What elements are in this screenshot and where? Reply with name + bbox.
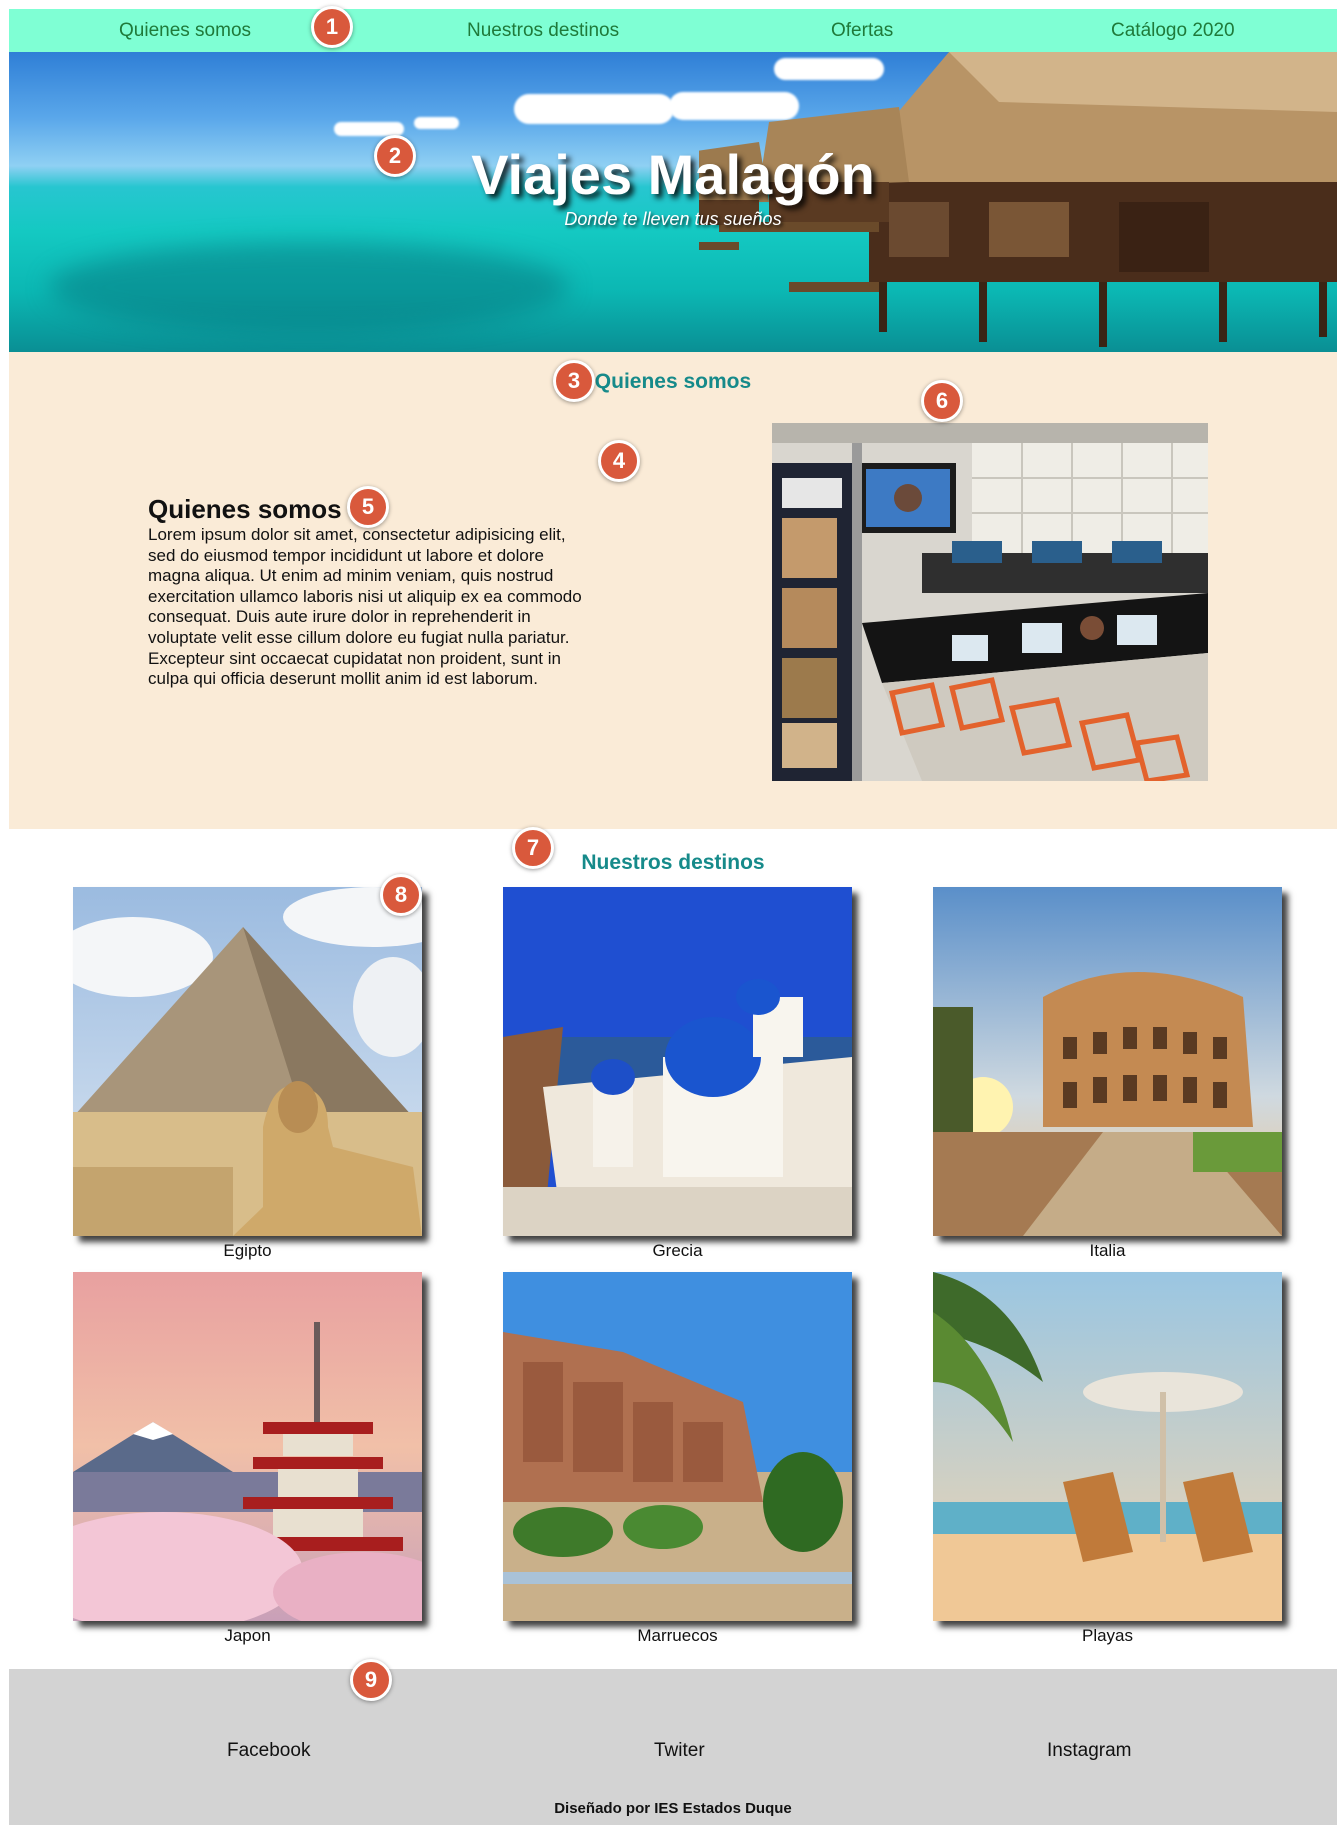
destination-caption: Playas (1081, 1626, 1134, 1645)
destinations-section: Nuestros destinos 7 Egipto 8 Grecia Ital… (9, 827, 1337, 1669)
marker-1: 1 (311, 6, 353, 48)
destination-image[interactable] (933, 887, 1282, 1236)
office-illustration (772, 423, 1208, 781)
destination-caption: Egipto (223, 1241, 272, 1260)
destination-caption: Italia (1089, 1241, 1126, 1260)
hero-cloud (514, 94, 674, 124)
destination-caption: Japon (224, 1626, 271, 1645)
marker-9: 9 (350, 1659, 392, 1701)
destination-image[interactable] (503, 887, 852, 1236)
marker-5: 5 (347, 486, 389, 528)
hero-banner: Viajes Malagón Donde te lleven tus sueño… (9, 52, 1337, 352)
destination-card-playas[interactable]: Playas (933, 1272, 1282, 1646)
marker-4: 4 (598, 440, 640, 482)
destination-caption: Grecia (652, 1241, 703, 1260)
marker-3: 3 (553, 360, 595, 402)
destination-card-marruecos[interactable]: Marruecos (503, 1272, 852, 1646)
destinations-section-title: Nuestros destinos (581, 851, 765, 874)
footer: 9 Facebook Twiter Instagram Diseñado por… (9, 1659, 1337, 1825)
page: Quienes somos Nuestros destinos Ofertas … (9, 6, 1337, 1825)
nav-link-catalogo[interactable]: Catálogo 2020 (1111, 20, 1235, 42)
italy-illustration (933, 887, 1282, 1236)
beach-illustration (933, 1272, 1282, 1621)
destination-card-egipto[interactable]: Egipto 8 (73, 874, 422, 1261)
destination-image[interactable] (503, 1272, 852, 1621)
egypt-illustration (73, 887, 422, 1236)
about-section: Quienes somos 3 4 6 Quienes somos 5 Lore… (9, 352, 1337, 829)
hero-subtitle: Donde te lleven tus sueños (564, 209, 782, 229)
office-image (772, 423, 1208, 781)
about-heading: Quienes somos (148, 494, 342, 524)
top-nav: Quienes somos Nuestros destinos Ofertas … (9, 6, 1337, 52)
destination-caption: Marruecos (637, 1626, 718, 1645)
marker-7: 7 (512, 827, 554, 869)
footer-link-instagram[interactable]: Instagram (1047, 1740, 1131, 1762)
hero-sea-shade (49, 242, 569, 332)
nav-link-ofertas[interactable]: Ofertas (831, 20, 893, 42)
hero-cloud (334, 122, 404, 136)
destination-card-japon[interactable]: Japon (73, 1272, 422, 1646)
marker-6: 6 (921, 380, 963, 422)
nav-link-nuestros-destinos[interactable]: Nuestros destinos (467, 20, 619, 42)
about-section-title: Quienes somos (594, 370, 752, 393)
hero-title: Viajes Malagón (471, 143, 875, 206)
destination-image[interactable] (933, 1272, 1282, 1621)
greece-illustration (503, 887, 852, 1236)
destination-image[interactable] (73, 1272, 422, 1621)
japan-illustration (73, 1272, 422, 1621)
marker-8: 8 (380, 874, 422, 916)
nav-link-quienes-somos[interactable]: Quienes somos (119, 20, 251, 42)
hero-cloud (414, 117, 459, 129)
destination-image[interactable] (73, 887, 422, 1236)
footer-link-facebook[interactable]: Facebook (227, 1740, 310, 1762)
footer-credit: Diseñado por IES Estados Duque (554, 1800, 792, 1817)
destination-card-italia[interactable]: Italia (933, 887, 1282, 1261)
destination-card-grecia[interactable]: Grecia (503, 887, 852, 1261)
morocco-illustration (503, 1272, 852, 1621)
about-text: Lorem ipsum dolor sit amet, consectetur … (148, 525, 582, 689)
footer-link-twitter[interactable]: Twiter (654, 1740, 705, 1762)
marker-2: 2 (374, 135, 416, 177)
